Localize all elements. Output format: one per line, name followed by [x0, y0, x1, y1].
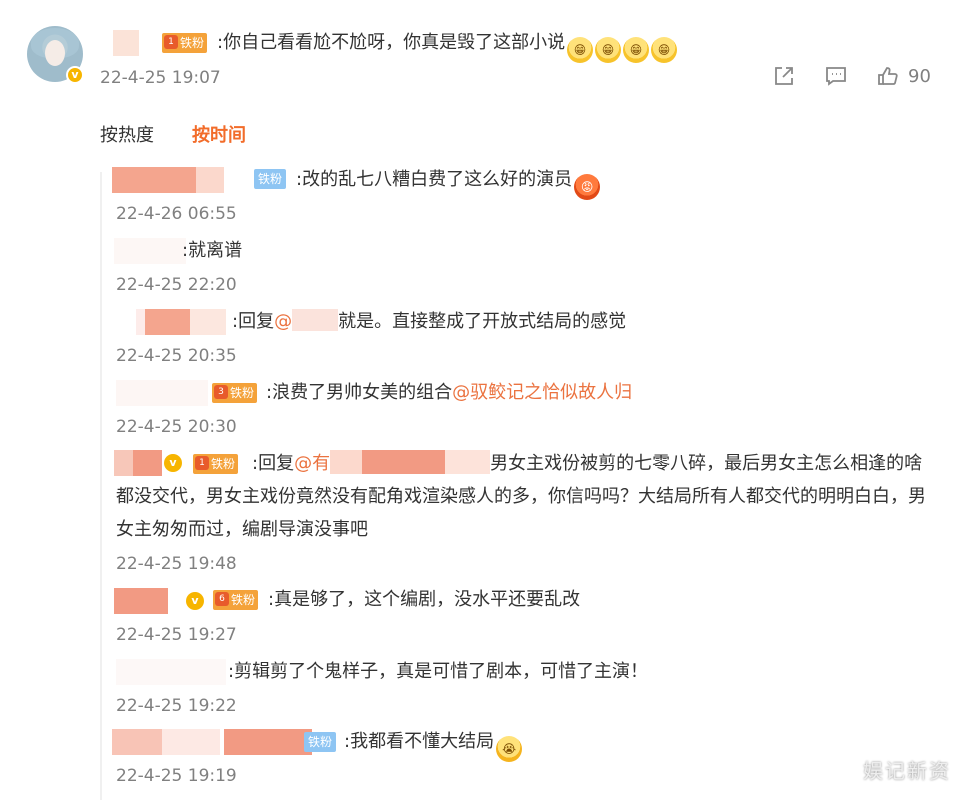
crying-emoji-icon: 😭	[496, 736, 523, 762]
reply-body: :浪费了男帅女美的组合	[266, 382, 453, 403]
reply-time: 22-4-25 19:27	[116, 625, 237, 645]
main-comment-body: :你自己看看尬不尬呀，你真是毁了这部小说	[217, 32, 566, 53]
reply-body: :改的乱七八糟白费了这么好的演员	[296, 169, 573, 190]
redacted-mention	[330, 450, 491, 474]
redacted-mention	[292, 309, 339, 331]
reply-time: 22-4-25 19:22	[116, 696, 237, 716]
fan-badge[interactable]: 1 铁粉	[162, 33, 208, 53]
redacted-username[interactable]	[116, 380, 208, 406]
tab-sort-by-hot[interactable]: 按热度	[100, 121, 154, 147]
watermark: 娱记新资	[863, 759, 951, 783]
crown-icon: 6	[215, 592, 229, 606]
mention-link[interactable]: @	[274, 311, 292, 332]
reply-time: 22-4-25 20:35	[116, 346, 237, 366]
redacted-username[interactable]	[136, 309, 226, 335]
grin-emoji-icon: 😁	[651, 37, 678, 63]
comment-button[interactable]	[824, 64, 848, 88]
reply-time: 22-4-26 06:55	[116, 204, 237, 224]
redacted-username[interactable]	[116, 659, 226, 685]
reply-prefix: :回复	[252, 453, 295, 474]
redacted-username[interactable]	[113, 30, 139, 56]
reply-body: 就是。直接整成了开放式结局的感觉	[338, 311, 627, 332]
verified-icon: v	[66, 66, 84, 84]
fan-badge-label: 铁粉	[231, 593, 256, 607]
reply-time: 22-4-25 19:19	[116, 766, 237, 786]
reply-text: :改的乱七八糟白费了这么好的演员 😡	[296, 167, 601, 200]
fan-badge-label: 铁粉	[308, 735, 333, 749]
reply-text: :我都看不懂大结局 😭	[344, 729, 523, 762]
reply-text: :真是够了，这个编剧，没水平还要乱改	[268, 589, 581, 610]
fan-badge[interactable]: 铁粉	[254, 169, 287, 189]
reply-time: 22-4-25 22:20	[116, 275, 237, 295]
main-comment-time: 22-4-25 19:07	[100, 68, 221, 88]
reply-text: :浪费了男帅女美的组合@驭鲛记之恰似故人归	[266, 380, 632, 406]
mention-link[interactable]: @驭鲛记之恰似故人归	[452, 382, 632, 403]
reply-body: :我都看不懂大结局	[344, 731, 495, 752]
reply-prefix: :回复	[232, 311, 275, 332]
reply-body: 男女主戏份被剪的七零八碎，最后男女主怎么相逢的啥都没交代，男女主戏份竟然没有配角…	[116, 453, 926, 540]
like-count: 90	[908, 65, 931, 87]
angry-emoji-icon: 😡	[574, 174, 601, 200]
grin-emoji-icon: 😁	[595, 37, 622, 63]
fan-badge-label: 铁粉	[180, 36, 205, 50]
mention-link[interactable]: @有	[294, 453, 330, 474]
main-comment-text: :你自己看看尬不尬呀，你真是毁了这部小说 😁 😁 😁 😁	[217, 30, 678, 63]
avatar-face	[45, 40, 65, 66]
comment-icon	[826, 67, 846, 86]
grin-emoji-icon: 😁	[567, 37, 594, 63]
like-button[interactable]: 90	[876, 64, 931, 88]
share-button[interactable]	[772, 64, 796, 88]
tab-sort-by-time[interactable]: 按时间	[192, 121, 246, 147]
fan-badge[interactable]: 铁粉	[304, 732, 337, 752]
reply-text: :就离谱	[182, 240, 243, 261]
verified-icon: v	[186, 592, 204, 610]
redacted-username[interactable]	[114, 238, 186, 264]
reply-text: :剪辑剪了个鬼样子，真是可惜了剧本，可惜了主演！	[228, 661, 649, 682]
crown-icon: 1	[164, 35, 178, 49]
reply-text: :回复@ 就是。直接整成了开放式结局的感觉	[232, 309, 626, 335]
reply-text: :回复@有 男女主戏份被剪的七零八碎，最后男女主怎么相逢的啥都没交代，男女主戏份竟…	[116, 447, 936, 546]
redacted-username[interactable]	[114, 588, 168, 614]
grin-emoji-icon: 😁	[623, 37, 650, 63]
fan-badge[interactable]: 6 铁粉	[213, 590, 259, 610]
crown-icon: 3	[214, 385, 228, 399]
fan-badge-label: 铁粉	[258, 172, 283, 186]
thumbs-up-icon	[878, 67, 898, 85]
reply-time: 22-4-25 19:48	[116, 554, 237, 574]
redacted-username[interactable]	[112, 729, 312, 755]
reply-thread-line	[100, 172, 102, 800]
reply-time: 22-4-25 20:30	[116, 417, 237, 437]
redacted-username[interactable]	[112, 167, 224, 193]
fan-badge[interactable]: 3 铁粉	[212, 383, 258, 403]
fan-badge-label: 铁粉	[230, 386, 255, 400]
share-icon	[775, 67, 793, 85]
